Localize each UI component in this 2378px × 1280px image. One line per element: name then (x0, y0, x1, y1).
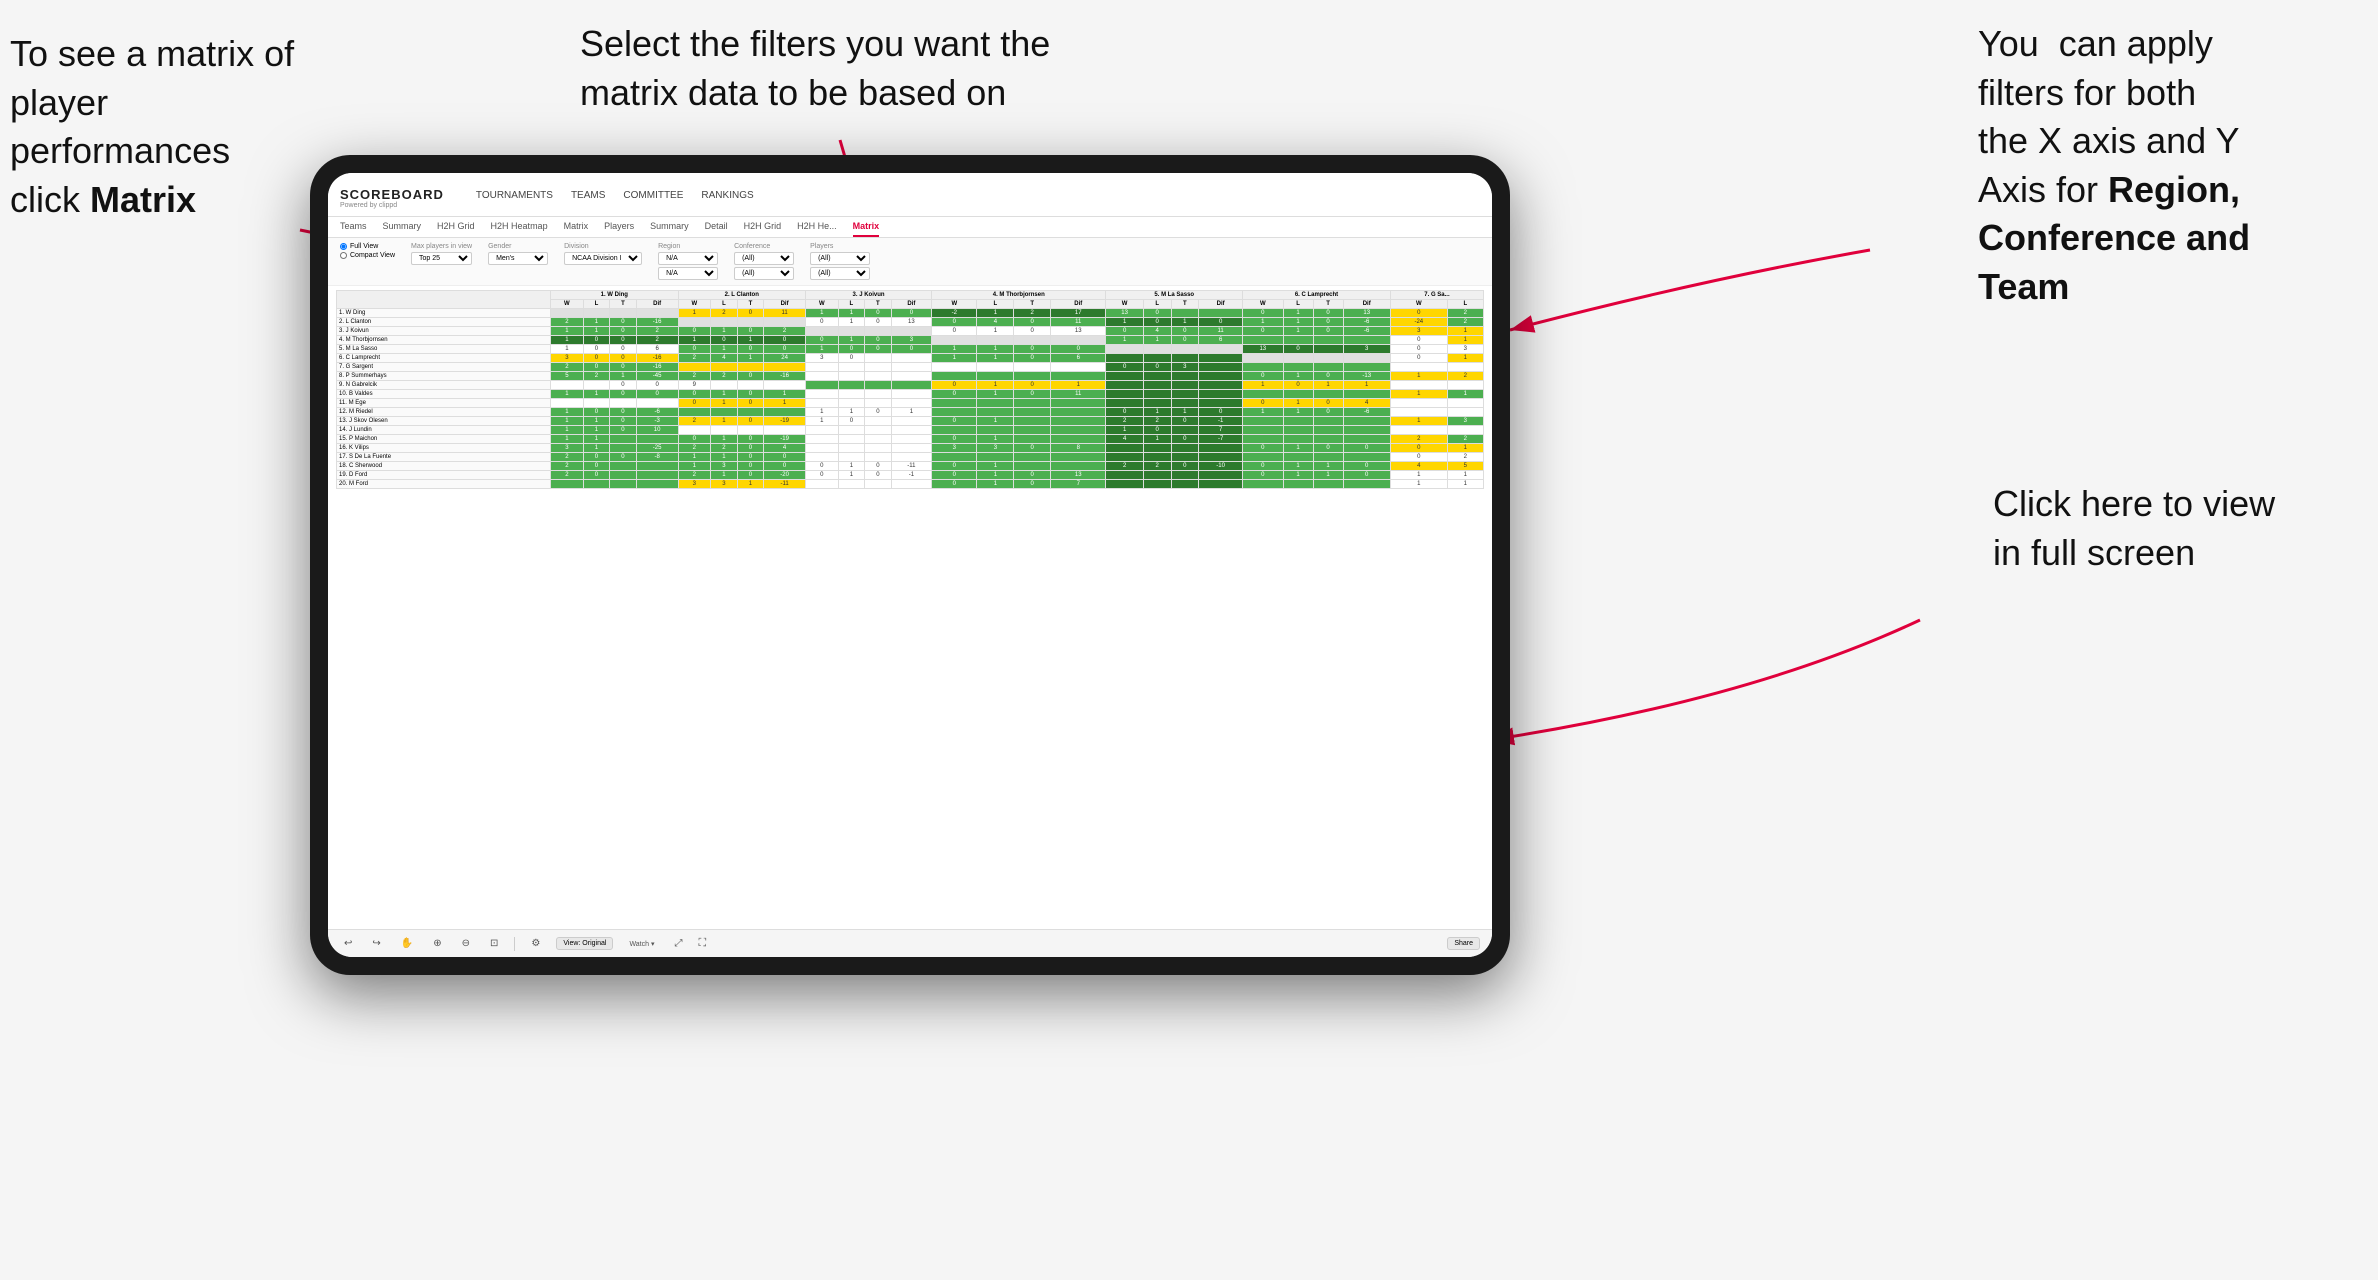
table-row: 13. J Skov Olesen 110-3 210-19 10 01 220… (337, 417, 1484, 426)
settings-button[interactable]: ⚙ (527, 936, 544, 951)
redo-button[interactable]: ↪ (368, 936, 384, 951)
filter-gender: Gender Men's (488, 243, 548, 265)
nav-committee[interactable]: COMMITTEE (623, 190, 683, 205)
filter-players-label: Players (810, 243, 870, 250)
table-row: 11. M Ege 0101 0104 (337, 399, 1484, 408)
filter-conference: Conference (All) (All) (734, 243, 794, 280)
tab-h2h-heatmap[interactable]: H2H Heatmap (491, 221, 548, 237)
table-row: 7. G Sargent 200-16 003 (337, 363, 1484, 372)
radio-full-view[interactable]: Full View (340, 243, 395, 250)
pan-button[interactable]: ✋ (397, 936, 417, 951)
filter-players-select1[interactable]: (All) (810, 252, 870, 265)
nav-bar: SCOREBOARD Powered by clippd TOURNAMENTS… (328, 173, 1492, 217)
scoreboard-logo: SCOREBOARD Powered by clippd (340, 187, 444, 209)
filter-conference-select1[interactable]: (All) (734, 252, 794, 265)
table-row: 5. M La Sasso 1006 0100 1000 1100 1303 0… (337, 345, 1484, 354)
filter-players-select2[interactable]: (All) (810, 267, 870, 280)
th-player-name (337, 291, 551, 309)
table-row: 15. P Maichon 11 010-19 01 410-7 22 (337, 435, 1484, 444)
share-button[interactable]: Share (1447, 937, 1480, 950)
filter-conference-select2[interactable]: (All) (734, 267, 794, 280)
filter-division: Division NCAA Division I (564, 243, 642, 265)
logo-sub: Powered by clippd (340, 202, 444, 209)
nav-tournaments[interactable]: TOURNAMENTS (476, 190, 553, 205)
tab-teams[interactable]: Teams (340, 221, 367, 237)
table-row: 6. C Lamprecht 300-16 24124 30 1106 01 (337, 354, 1484, 363)
table-row: 16. K Vilips 31-25 2204 3308 0100 01 (337, 444, 1484, 453)
radio-compact-view[interactable]: Compact View (340, 252, 395, 259)
th-col4-name: 4. M Thorbjornsen (932, 291, 1106, 300)
th-col6-name: 6. C Lamprecht (1243, 291, 1391, 300)
nav-rankings[interactable]: RANKINGS (701, 190, 753, 205)
undo-button[interactable]: ↩ (340, 936, 356, 951)
tab-h2h-grid2[interactable]: H2H Grid (744, 221, 782, 237)
table-row: 19. D Ford 20 210-20 010-1 01013 0110 11 (337, 471, 1484, 480)
tablet-screen: SCOREBOARD Powered by clippd TOURNAMENTS… (328, 173, 1492, 957)
expand-button[interactable]: ⤢ (670, 936, 686, 951)
table-row: 2. L Clanton 210-16 01013 04011 1010 110… (337, 318, 1484, 327)
th-col5-name: 5. M La Sasso (1106, 291, 1243, 300)
table-row: 4. M Thorbjornsen 1002 1010 0103 1106 01 (337, 336, 1484, 345)
annotation-left: To see a matrix of player performances c… (10, 30, 320, 224)
view-original-button[interactable]: View: Original (556, 937, 613, 950)
table-row: 3. J Koivun 1102 0102 01013 04011 010-6 … (337, 327, 1484, 336)
nav-teams[interactable]: TEAMS (571, 190, 605, 205)
filters-row: Full View Compact View Max players in vi… (328, 238, 1492, 286)
table-row: 12. M Riedel 100-6 1101 0110 110-6 (337, 408, 1484, 417)
filter-region-select1[interactable]: N/A (658, 252, 718, 265)
th-col1-name: 1. W Ding (551, 291, 678, 300)
table-row: 10. B Valdes 1100 0101 01011 11 (337, 390, 1484, 399)
filter-gender-select[interactable]: Men's (488, 252, 548, 265)
filter-division-select[interactable]: NCAA Division I (564, 252, 642, 265)
toolbar-divider (514, 937, 515, 951)
nav-links: TOURNAMENTS TEAMS COMMITTEE RANKINGS (476, 190, 754, 205)
tab-matrix-active[interactable]: Matrix (853, 221, 880, 237)
filter-region-select2[interactable]: N/A (658, 267, 718, 280)
th-col2-name: 2. L Clanton (678, 291, 805, 300)
tab-summary[interactable]: Summary (383, 221, 422, 237)
tab-matrix[interactable]: Matrix (564, 221, 589, 237)
table-row: 1. W Ding 12011 1100 -21217 130 01013 02 (337, 309, 1484, 318)
th-col7-name: 7. G Sa... (1390, 291, 1483, 300)
logo-main: SCOREBOARD (340, 187, 444, 202)
fullscreen-button[interactable]: ⛶ (698, 937, 706, 950)
table-row: 18. C Sherwood 20 1300 010-11 01 220-10 … (337, 462, 1484, 471)
annotation-bottom-right: Click here to view in full screen (1993, 480, 2323, 577)
tab-players-summary[interactable]: Summary (650, 221, 689, 237)
th-col3-name: 3. J Koivun (805, 291, 931, 300)
tab-detail[interactable]: Detail (705, 221, 728, 237)
table-row: 17. S De La Fuente 200-8 1100 02 (337, 453, 1484, 462)
view-options: Full View Compact View (340, 243, 395, 259)
bottom-toolbar: ↩ ↪ ✋ ⊕ ⊖ ⊡ ⚙ View: Original Watch ▾ ⤢ ⛶… (328, 929, 1492, 957)
matrix-table: 1. W Ding 2. L Clanton 3. J Koivun 4. M … (336, 290, 1484, 489)
annotation-middle: Select the filters you want the matrix d… (580, 20, 1080, 117)
zoom-in-button[interactable]: ⊕ (429, 936, 445, 951)
filter-division-label: Division (564, 243, 642, 250)
filter-region: Region N/A N/A (658, 243, 718, 280)
tablet-frame: SCOREBOARD Powered by clippd TOURNAMENTS… (310, 155, 1510, 975)
watch-button[interactable]: Watch ▾ (625, 938, 658, 950)
table-row: 8. P Summerhays 521-45 220-16 010-13 12 (337, 372, 1484, 381)
tab-players[interactable]: Players (604, 221, 634, 237)
zoom-out-button[interactable]: ⊖ (458, 936, 474, 951)
table-row: 9. N Gabrelcik 00 9 0101 1011 (337, 381, 1484, 390)
matrix-area: 1. W Ding 2. L Clanton 3. J Koivun 4. M … (328, 286, 1492, 929)
filter-max-select[interactable]: Top 25 (411, 252, 472, 265)
tab-h2h-grid[interactable]: H2H Grid (437, 221, 475, 237)
annotation-right: You can apply filters for both the X axi… (1978, 20, 2348, 312)
tab-h2h-he[interactable]: H2H He... (797, 221, 837, 237)
filter-max-label: Max players in view (411, 243, 472, 250)
filter-region-label: Region (658, 243, 718, 250)
fit-button[interactable]: ⊡ (486, 936, 502, 951)
filter-conference-label: Conference (734, 243, 794, 250)
filter-players: Players (All) (All) (810, 243, 870, 280)
table-row: 14. J Lundin 11010 107 (337, 426, 1484, 435)
table-row: 20. M Ford 331-11 0107 11 (337, 480, 1484, 489)
filter-gender-label: Gender (488, 243, 548, 250)
filter-max-players: Max players in view Top 25 (411, 243, 472, 265)
sub-nav: Teams Summary H2H Grid H2H Heatmap Matri… (328, 217, 1492, 238)
